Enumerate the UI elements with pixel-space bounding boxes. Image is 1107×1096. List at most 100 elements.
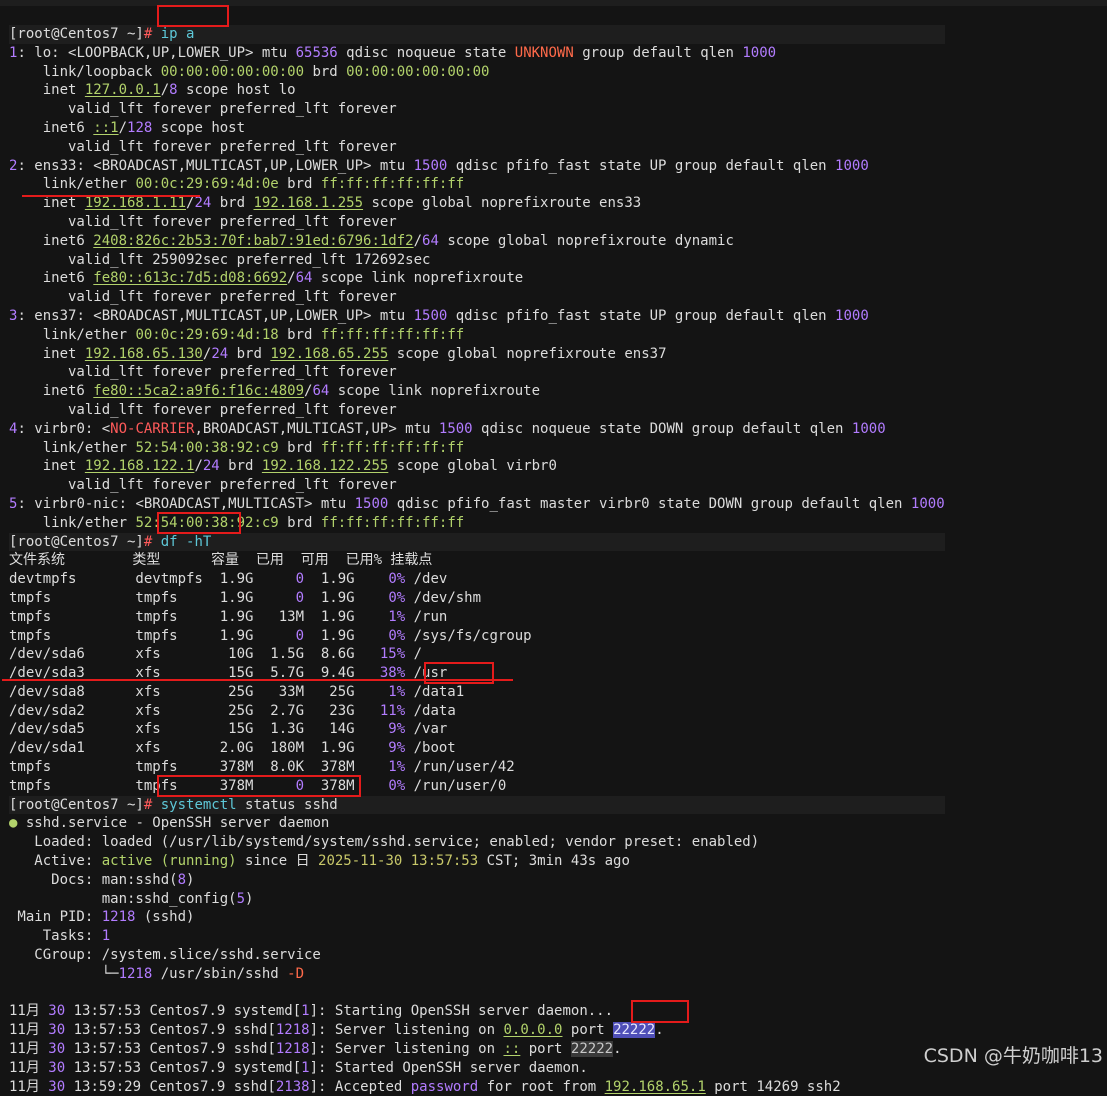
text-segment: /data [405,702,456,719]
text-segment: tmpfs tmpfs 1.9G [9,627,296,644]
text-segment: qdisc pfifo_fast state UP group default … [447,157,836,174]
text-segment: scope global virbr0 [388,458,557,475]
text-segment: sshd.service - OpenSSH server daemon [17,815,330,832]
text-segment: inet [9,345,85,362]
text-segment: 9% [388,721,406,738]
prompt-line: [root@Centos7 ~]# systemctl status sshd [9,795,945,815]
text-segment: status sshd [236,796,338,813]
annotation-underline-sda8 [2,679,513,681]
prompt-line: [root@Centos7 ~]# df -hT [9,532,945,552]
text-segment: ( [228,890,237,907]
text-segment: ff:ff:ff:ff:ff:ff [320,176,465,193]
text-segment: brd [278,439,321,456]
text-segment: 30 [48,1078,66,1095]
text-segment: fe80::5ca2:a9f6:f16c:4809 [93,383,305,400]
terminal-line: /dev/sda5 xfs 15G 1.3G 14G 9% /var [9,720,945,739]
text-segment: qdisc pfifo_fast state UP group default … [447,307,836,324]
terminal-line: 11月 30 13:57:53 Centos7.9 sshd[1218]: Se… [9,1021,945,1040]
text-segment: qdisc pfifo_fast master virbr0 state DOW… [388,495,911,512]
text-segment: 1500 [354,495,389,512]
text-segment: 127.0.0.1 [84,82,161,99]
terminal-line: tmpfs tmpfs 378M 0 378M 0% /run/user/0 [9,777,945,796]
text-segment: 0.0.0.0 [503,1022,563,1039]
terminal-line: man:sshd_config(5) [9,890,945,909]
terminal-line: Main PID: 1218 (sshd) [9,908,945,927]
text-segment: scope global noprefixroute ens33 [363,195,642,212]
text-segment: 1 [301,1059,310,1076]
prompt-line: [root@Centos7 ~]# ip a [9,25,945,44]
text-segment: /dev/sda1 xfs 2.0G 180M 1.9G [9,740,389,757]
text-segment: /dev/sda6 xfs 10G 1.5G 8.6G [9,646,380,663]
terminal-line: └─1218 /usr/sbin/sshd -D [9,965,945,984]
text-segment: scope link noprefixroute [312,270,524,287]
terminal-line: 11月 30 13:57:53 Centos7.9 systemd[1]: St… [9,1059,945,1078]
text-segment: inet [9,458,85,475]
text-segment: scope link noprefixroute [329,383,541,400]
text-segment: -D [287,965,305,982]
text-segment: df -hT [160,533,212,550]
text-segment: since 日 [236,853,319,870]
text-segment: 30 [48,1022,66,1039]
text-segment: 65536 [295,44,338,61]
text-segment: 11月 [9,1041,49,1058]
annotation-box-ip-a [157,5,229,27]
text-segment: /boot [405,740,456,757]
text-segment: link/loopback [9,63,161,80]
text-segment: qdisc noqueue state DOWN group default q… [472,420,852,437]
text-segment: ) [186,871,195,888]
terminal-line: link/ether 00:0c:29:69:4d:0e brd ff:ff:f… [9,175,945,194]
text-segment: port [562,1022,614,1039]
text-segment: 192.168.65.130 [84,345,203,362]
terminal-line: 5: virbr0-nic: <BROADCAST,MULTICAST> mtu… [9,495,945,514]
text-segment: 1500 [413,157,448,174]
text-segment: 0 [295,589,305,606]
terminal-line [9,984,945,1003]
text-segment: /usr/sbin/sshd [152,965,288,982]
text-segment: ( [169,871,178,888]
text-segment: 52:54:00:38:92:c9 [135,439,279,456]
text-segment: valid_lft forever preferred_lft forever [9,401,397,418]
terminal-line: tmpfs tmpfs 1.9G 0 1.9G 0% /sys/fs/cgrou… [9,627,945,646]
text-segment: ip a [160,26,195,42]
terminal-line: 11月 30 13:57:53 Centos7.9 sshd[1218]: Se… [9,1040,945,1059]
text-segment: tmpfs tmpfs 378M 8.0K 378M [9,759,389,776]
annotation-box-systemctl [157,775,361,797]
text-segment: valid_lft forever preferred_lft forever [9,364,397,381]
text-segment: (sshd) [135,909,195,926]
text-segment: /run/user/0 [405,777,507,794]
terminal-output[interactable]: [root@Centos7 ~]# ip a 1: lo: <LOOPBACK,U… [9,25,945,1096]
text-segment: 0% [388,571,406,588]
text-segment: valid_lft forever preferred_lft forever [9,477,397,494]
text-segment: Tasks: [9,928,102,945]
text-segment: 1% [388,608,406,625]
terminal-line: valid_lft forever preferred_lft forever [9,363,945,382]
text-segment: 1218 [275,1022,310,1039]
text-segment: :: [503,1041,521,1058]
text-segment [152,26,160,42]
text-segment: 1 [101,928,111,945]
text-segment: 1218 [118,965,153,982]
text-segment: 1500 [438,420,473,437]
text-segment: ]: Accepted [309,1078,411,1095]
text-segment: / [413,232,423,249]
text-segment: 1% [388,759,406,776]
text-segment: 1218 [275,1041,310,1058]
text-segment: Main PID: [9,909,102,926]
text-segment: ]: Server listening on [309,1022,504,1039]
text-segment: [root@Centos7 ~] [9,796,144,813]
text-segment: 文件系统 类型 容量 已用 可用 已用% 挂载点 [9,552,433,569]
terminal-line: link/loopback 00:00:00:00:00:00 brd 00:0… [9,63,945,82]
text-segment: 24 [202,458,220,475]
terminal-line: Docs: man:sshd(8) [9,871,945,890]
terminal-line: 1: lo: <LOOPBACK,UP,LOWER_UP> mtu 65536 … [9,44,945,63]
text-segment: scope global noprefixroute ens37 [388,345,667,362]
terminal-line: tmpfs tmpfs 378M 8.0K 378M 1% /run/user/… [9,758,945,777]
text-segment: 2138 [275,1078,310,1095]
text-segment: scope host lo [177,82,296,99]
terminal-line: valid_lft forever preferred_lft forever [9,213,945,232]
text-segment: 2025-11-30 13:57:53 [318,853,479,870]
text-segment: 30 [48,1003,66,1020]
text-segment: 1000 [742,44,777,61]
text-segment: : virbr0-nic: <BROADCAST,MULTICAST> mtu [17,495,355,512]
text-segment: ]: Server listening on [309,1041,504,1058]
